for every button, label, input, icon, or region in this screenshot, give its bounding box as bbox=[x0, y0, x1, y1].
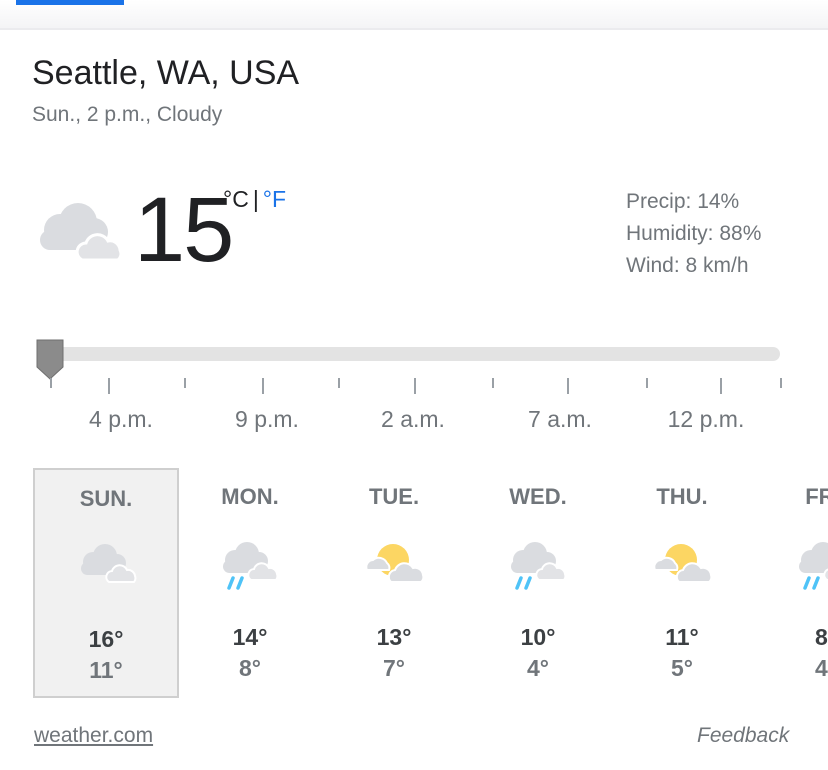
partly-cloudy-icon bbox=[647, 536, 717, 592]
high-temperature: 14° bbox=[232, 624, 268, 650]
high-temperature: 11° bbox=[665, 624, 699, 650]
day-name: WED. bbox=[509, 484, 567, 509]
low-temperature: 5° bbox=[671, 655, 693, 681]
hour-label: 2 a.m. bbox=[381, 406, 445, 432]
hour-label: 4 p.m. bbox=[89, 406, 153, 432]
feedback-link[interactable]: Feedback bbox=[697, 724, 789, 748]
time-ticks bbox=[0, 378, 828, 398]
high-temperature: 8° bbox=[815, 624, 828, 650]
major-tick bbox=[108, 378, 110, 394]
current-temperature: 15 bbox=[134, 179, 234, 281]
high-temperature: 10° bbox=[520, 624, 556, 650]
minor-tick bbox=[780, 378, 782, 388]
wind: Wind: 8 km/h bbox=[626, 254, 749, 277]
high-temperature: 13° bbox=[376, 624, 412, 650]
rain-cloud-icon bbox=[791, 536, 828, 592]
rain-cloud-icon bbox=[215, 536, 285, 592]
low-temperature: 4° bbox=[815, 655, 828, 681]
major-tick bbox=[414, 378, 416, 394]
major-tick bbox=[567, 378, 569, 394]
low-temperature: 11° bbox=[89, 657, 123, 683]
partly-cloudy-icon bbox=[359, 536, 429, 592]
hour-label: 9 p.m. bbox=[235, 406, 299, 432]
minor-tick bbox=[492, 378, 494, 388]
major-tick bbox=[262, 378, 264, 394]
day-name: THU. bbox=[656, 484, 708, 509]
time-slider-handle[interactable] bbox=[34, 337, 66, 381]
cloudy-icon bbox=[73, 538, 143, 594]
day-name: SUN. bbox=[79, 486, 133, 511]
hour-label: 7 a.m. bbox=[528, 406, 592, 432]
location-title: Seattle, WA, USA bbox=[32, 54, 300, 92]
current-conditions: Sun., 2 p.m., Cloudy bbox=[32, 103, 223, 126]
low-temperature: 4° bbox=[527, 655, 549, 681]
forecast-day[interactable]: MON. 14° 8° bbox=[177, 468, 323, 698]
unit-separator: | bbox=[252, 186, 259, 212]
fahrenheit-toggle[interactable]: °F bbox=[263, 186, 286, 212]
celsius-unit: °C bbox=[223, 186, 249, 212]
cloudy-icon bbox=[34, 196, 126, 268]
minor-tick bbox=[338, 378, 340, 388]
active-tab-indicator bbox=[16, 0, 124, 5]
temperature-units: °C | °F bbox=[223, 186, 286, 213]
time-slider-track[interactable] bbox=[40, 347, 780, 361]
day-name: TUE. bbox=[368, 484, 420, 509]
precipitation: Precip: 14% bbox=[626, 190, 740, 213]
rain-cloud-icon bbox=[503, 536, 573, 592]
low-temperature: 8° bbox=[239, 655, 261, 681]
humidity: Humidity: 88% bbox=[626, 222, 762, 245]
day-name: MON. bbox=[221, 484, 279, 509]
low-temperature: 7° bbox=[383, 655, 405, 681]
weather-details: Precip: 14% Humidity: 88% Wind: 8 km/h bbox=[626, 186, 761, 282]
forecast-day[interactable]: WED. 10° 4° bbox=[465, 468, 611, 698]
major-tick bbox=[720, 378, 722, 394]
hour-label: 12 p.m. bbox=[667, 406, 745, 432]
forecast-day[interactable]: TUE. 13° 7° bbox=[321, 468, 467, 698]
weather-source-link[interactable]: weather.com bbox=[34, 724, 153, 748]
high-temperature: 16° bbox=[88, 626, 124, 652]
top-bar bbox=[0, 0, 828, 30]
minor-tick bbox=[184, 378, 186, 388]
top-bar-divider bbox=[0, 28, 828, 30]
day-name: FRI. bbox=[805, 484, 828, 509]
forecast-day[interactable]: THU. 11° 5° bbox=[609, 468, 755, 698]
minor-tick bbox=[646, 378, 648, 388]
forecast-day[interactable]: SUN. 16° 11° bbox=[33, 468, 179, 698]
forecast-day[interactable]: FRI. 8° 4° bbox=[753, 468, 828, 698]
minor-tick bbox=[50, 378, 52, 388]
